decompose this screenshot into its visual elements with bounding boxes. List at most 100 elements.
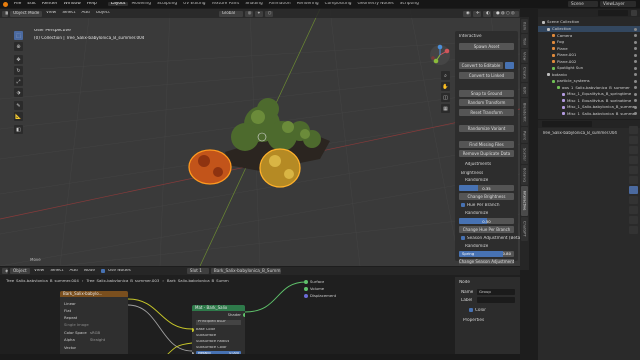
move-tool-icon[interactable]: ✥ [14,55,23,64]
toolbar-collapse-icon[interactable] [30,23,36,29]
change-brightness-button[interactable]: Change Brightness [459,193,514,200]
extension-field[interactable]: Repeat [64,316,77,320]
mode-selector[interactable]: Object Mode [10,10,42,17]
3d-viewport[interactable]: ▦ Object Mode View Select Add Object Glo… [0,9,520,266]
adjustments-header[interactable]: Adjustments [465,162,491,166]
world-tab-icon[interactable] [629,176,638,184]
randomize-variant-button[interactable]: Randomize Variant [459,125,514,132]
object-tab-icon[interactable] [629,186,638,194]
sidebar-tab-blenderkit[interactable]: BlenderKit [521,98,528,126]
outliner-row[interactable]: botaniq [538,72,640,78]
base-color-socket[interactable] [192,328,194,332]
outliner-row[interactable]: Plane [538,46,640,52]
sidebar-tab-paint[interactable]: Paint [521,127,528,143]
scene-tab-icon[interactable] [629,166,638,174]
outliner-row[interactable]: gps_1_Salix-babylonica_B_summer [538,85,640,91]
hue-per-branch-checkbox[interactable] [461,203,465,207]
outliner-search-input[interactable] [598,10,628,16]
sidebar-tab-interactive[interactable]: Interactive [521,186,528,216]
source-field[interactable]: Single Image [64,323,89,327]
material-output-node[interactable]: Surface Volume Displacement [304,279,346,299]
scale-tool-icon[interactable]: ⤢ [14,77,23,86]
visibility-eye-icon[interactable] [634,92,637,96]
outliner-row[interactable]: Collection [538,26,640,32]
menu-render[interactable]: Render [39,2,61,6]
outliner-scene-collection[interactable]: Scene Collection [538,19,640,25]
transform-tool-icon[interactable]: ⬗ [14,88,23,97]
workspace-tab-compositing[interactable]: Compositing [322,2,355,6]
workspace-tab-animation[interactable]: Animation [266,2,294,6]
rotate-tool-icon[interactable]: ↻ [14,66,23,75]
workspace-tab-shading[interactable]: Shading [242,2,265,6]
ortho-grid-icon[interactable]: ▦ [441,104,450,113]
zoom-icon[interactable]: ⌕ [441,71,450,80]
workspace-tab-modeling[interactable]: Modeling [128,2,154,6]
outliner-row[interactable]: Misc_1_Salix-babylonica_B_summer [538,104,640,110]
sidebar-tab-create[interactable]: Create [521,64,528,82]
physics-tab-icon[interactable] [629,216,638,224]
select-box-tool-icon[interactable]: ⬚ [14,31,23,40]
view-layer-selector[interactable]: ViewLayer [600,1,636,7]
outliner-row[interactable]: Camera [538,33,640,39]
season-adjustment-checkbox[interactable] [461,236,465,240]
outliner-row[interactable]: Fog [538,39,640,45]
editor-type-icon[interactable]: ▦ [2,10,8,17]
render-props-tab-icon[interactable] [629,136,638,144]
visibility-eye-icon[interactable] [634,53,637,57]
menu-help[interactable]: Help [84,2,100,6]
image-texture-node[interactable]: Bark_Salix-babylo... Linear Flat Repeat … [60,291,128,360]
cursor-tool-icon[interactable]: ⊕ [14,42,23,51]
projection-field[interactable]: Flat [64,309,71,313]
visibility-eye-icon[interactable] [634,79,637,83]
workspace-tab-uv-editing[interactable]: UV Editing [180,2,208,6]
proportional-edit-icon[interactable]: ○ [264,10,273,17]
menu-object[interactable]: Object [93,11,113,15]
output-props-tab-icon[interactable] [629,146,638,154]
visibility-eye-icon[interactable] [634,27,637,31]
menu-window[interactable]: Window [61,2,84,6]
interpolation-field[interactable]: Linear [64,302,76,306]
outliner-row[interactable]: Misc_1_Salix-babylonica_B_summer [538,111,640,117]
surface-socket[interactable] [304,280,308,284]
volume-socket[interactable] [304,287,308,291]
sidebar-tab-scatter[interactable]: Scatter [521,144,528,164]
node-label-input[interactable] [477,297,515,303]
link-icon[interactable] [505,62,514,69]
workspace-tab-layout[interactable]: Layout [107,1,129,7]
displacement-socket[interactable] [304,294,308,298]
visibility-eye-icon[interactable] [634,86,637,89]
properties-search-input[interactable] [542,121,592,127]
spring-slider[interactable]: Spring 0.80 [459,251,514,257]
menu-select[interactable]: Select [59,11,78,15]
sidebar-tab-edit[interactable]: Edit [521,83,528,97]
brightness-slider[interactable]: 0.35 [459,185,514,191]
menu-add[interactable]: Add [78,11,92,15]
reset-transform-button[interactable]: Reset Transform [459,109,514,116]
spawn-asset-button[interactable]: Spawn Asset [459,43,514,50]
particles-tab-icon[interactable] [629,206,638,214]
pan-hand-icon[interactable]: ✋ [441,82,450,91]
shader-node-editor[interactable]: ◈ Object View Select Add Node Use Nodes … [0,267,520,360]
snap-icon[interactable]: ⌖ [254,10,263,17]
visibility-eye-icon[interactable] [634,34,637,37]
scene-selector[interactable]: Scene [568,1,598,7]
visibility-eye-icon[interactable] [634,99,637,102]
shading-mode-buttons[interactable]: ● ◍ ○ ◎ [493,10,519,17]
outliner-row[interactable]: Misc_1_Equalitytus_B_springtime [538,91,640,97]
modifier-tab-icon[interactable] [629,196,638,204]
overlay-icon[interactable]: ◐ [483,10,491,17]
outliner-row[interactable]: Misc_1_Equalitytus_B_springtime [538,98,640,104]
node-color-checkbox[interactable] [469,308,473,312]
workspace-tab-sculpting[interactable]: Sculpting [154,2,180,6]
visibility-eye-icon[interactable] [634,73,637,76]
alpha-value[interactable]: Straight [90,338,105,342]
visibility-eye-icon[interactable] [634,105,637,109]
snap-to-ground-button[interactable]: Snap to Ground [459,90,514,97]
convert-editable-button[interactable]: Convert to Editable [459,62,503,69]
convert-linked-button[interactable]: Convert to Linked [459,72,514,79]
node-panel-title[interactable]: Node [459,280,470,284]
annotate-tool-icon[interactable]: ✎ [14,101,23,110]
color-space-value[interactable]: sRGB [90,331,100,335]
measure-tool-icon[interactable]: 📐 [14,112,23,121]
outliner-row[interactable]: Plane.001 [538,52,640,58]
